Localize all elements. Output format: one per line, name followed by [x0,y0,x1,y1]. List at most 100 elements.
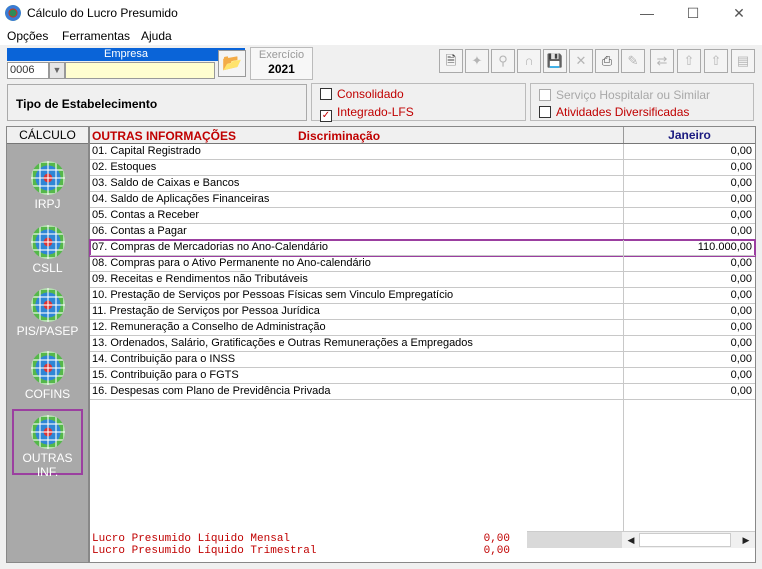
integrado-checkbox[interactable]: ✓ Integrado-LFS [320,105,414,122]
row-value-cell[interactable]: 0,00 [623,208,755,224]
servico-box[interactable] [539,89,551,101]
integrado-label: Integrado-LFS [337,105,414,119]
row-value-cell[interactable]: 0,00 [623,160,755,176]
close-button[interactable]: ✕ [716,0,762,27]
row-value-cell[interactable]: 0,00 [623,320,755,336]
row-value-cell[interactable]: 0,00 [623,224,755,240]
table-row[interactable]: 15. Contribuição para o FGTS 0,00 [90,368,755,384]
servico-label: Serviço Hospitalar ou Similar [556,88,711,102]
tipo-estabelecimento[interactable]: Tipo de Estabelecimento [7,84,307,121]
upload-alt-button[interactable]: ⇧ [704,49,728,73]
tool-icon: ✎ [627,53,639,68]
scroll-right-icon[interactable]: ▶ [738,532,754,548]
row-description: 12. Remuneração a Conselho de Administra… [90,320,623,336]
table-row[interactable]: 14. Contribuição para o INSS 0,00 [90,352,755,368]
table-row[interactable]: 06. Contas a Pagar 0,00 [90,224,755,240]
table-row[interactable]: 08. Compras para o Ativo Permanente no A… [90,256,755,272]
csll-icon [30,225,65,259]
row-value-cell[interactable]: 0,00 [623,352,755,368]
save-button[interactable]: 💾 [543,49,567,73]
grid-desc-header: Discriminação [298,129,381,143]
row-value-cell[interactable]: 0,00 [623,272,755,288]
row-value-cell[interactable]: 0,00 [623,304,755,320]
table-row[interactable]: 01. Capital Registrado 0,00 [90,144,755,160]
row-value-cell[interactable]: 0,00 [623,336,755,352]
sidebar-header: CÁLCULO [7,127,88,144]
empresa-name-input[interactable] [65,62,215,79]
row-value-cell[interactable]: 0,00 [623,368,755,384]
row-value-cell[interactable]: 110.000,00 [623,240,755,256]
table-row[interactable]: 03. Saldo de Caixas e Bancos 0,00 [90,176,755,192]
table-row[interactable]: 12. Remuneração a Conselho de Administra… [90,320,755,336]
lucro-mensal-label: Lucro Presumido Líquido Mensal [92,533,291,545]
table-row[interactable]: 11. Prestação de Serviços por Pessoa Jur… [90,304,755,320]
delete-button[interactable]: ✕ [569,49,593,73]
atividades-box[interactable] [539,106,551,118]
sidebar-item-csll[interactable]: CSLL [12,221,83,285]
print-icon: ⎙ [601,53,613,68]
table-row[interactable]: 07. Compras de Mercadorias no Ano-Calend… [89,239,756,257]
exercicio-box: Exercício 2021 [250,47,313,80]
row-description: 04. Saldo de Aplicações Financeiras [90,192,623,208]
navigate-icon: ✦ [471,53,483,68]
scroll-thumb[interactable] [639,533,731,547]
empresa-label: Empresa [7,48,245,61]
navigate-button[interactable]: ✦ [465,49,489,73]
search-button[interactable]: ⚲ [491,49,515,73]
calculo-sidebar: CÁLCULO IRPJ CSLL PIS/PASEP COFINS OUTRA… [6,126,89,563]
menu-ajuda[interactable]: Ajuda [141,29,172,43]
consolidado-box[interactable] [320,88,332,100]
sidebar-item-outras-inf[interactable]: OUTRAS INF. [12,409,83,479]
new-doc-button[interactable]: 🗎 [439,49,463,73]
row-description: 05. Contas a Receber [90,208,623,224]
print-button[interactable]: ⎙ [595,49,619,73]
row-value-cell[interactable]: 0,00 [623,176,755,192]
upload-button[interactable]: ⇧ [677,49,701,73]
outras-informacoes-grid: OUTRAS INFORMAÇÕES Discriminação Janeiro… [89,126,756,563]
table-row[interactable]: 02. Estoques 0,00 [90,160,755,176]
export-button[interactable]: ⇄ [650,49,674,73]
report-icon: ▤ [736,53,750,68]
table-row[interactable]: 16. Despesas com Plano de Previdência Pr… [90,384,755,400]
row-value-cell[interactable]: 0,00 [623,288,755,304]
atividades-checkbox[interactable]: Atividades Diversificadas [539,105,689,119]
row-description: 15. Contribuição para o FGTS [90,368,623,384]
delete-icon: ✕ [575,53,587,68]
consolidado-checkbox[interactable]: Consolidado [320,87,404,101]
empresa-code-input[interactable]: 0006 [7,62,49,79]
row-value-cell[interactable]: 0,00 [623,144,755,160]
options-group-left: Consolidado ✓ Integrado-LFS [311,83,526,122]
magnet-button[interactable]: ∩ [517,49,541,73]
table-row[interactable]: 13. Ordenados, Salário, Gratificações e … [90,336,755,352]
menu-opcoes[interactable]: Opções [7,29,48,43]
options-group-right: Serviço Hospitalar ou Similar Atividades… [530,83,754,121]
sidebar-item-label: CSLL [32,261,63,275]
scroll-left-icon[interactable]: ◀ [623,532,639,548]
sidebar-item-irpj[interactable]: IRPJ [12,157,83,221]
save-icon: 💾 [546,53,564,68]
sidebar-item-pis-pasep[interactable]: PIS/PASEP [12,284,83,348]
tool-button[interactable]: ✎ [621,49,645,73]
irpj-icon [30,161,65,195]
servico-checkbox[interactable]: Serviço Hospitalar ou Similar [539,88,710,102]
exercicio-label: Exercício [258,49,305,61]
table-row[interactable]: 10. Prestação de Serviços por Pessoas Fí… [90,288,755,304]
row-value-cell[interactable]: 0,00 [623,256,755,272]
upload-alt-icon: ⇧ [710,53,722,68]
table-row[interactable]: 05. Contas a Receber 0,00 [90,208,755,224]
horizontal-scrollbar[interactable]: ◀ ▶ [527,531,755,548]
menu-ferramentas[interactable]: Ferramentas [62,29,130,43]
minimize-button[interactable]: — [624,0,670,27]
row-value-cell[interactable]: 0,00 [623,192,755,208]
maximize-button[interactable]: ☐ [670,0,716,27]
row-value-cell[interactable]: 0,00 [623,384,755,400]
empresa-spin-icon[interactable]: ▼ [49,62,65,79]
integrado-box[interactable]: ✓ [320,110,332,122]
magnet-icon: ∩ [524,53,534,68]
open-folder-button[interactable]: 📂 [218,50,246,77]
sidebar-item-cofins[interactable]: COFINS [12,347,83,411]
report-button[interactable]: ▤ [731,49,755,73]
lucro-trimestral-label: Lucro Presumido Líquido Trimestral [92,545,317,557]
table-row[interactable]: 04. Saldo de Aplicações Financeiras 0,00 [90,192,755,208]
table-row[interactable]: 09. Receitas e Rendimentos não Tributáve… [90,272,755,288]
